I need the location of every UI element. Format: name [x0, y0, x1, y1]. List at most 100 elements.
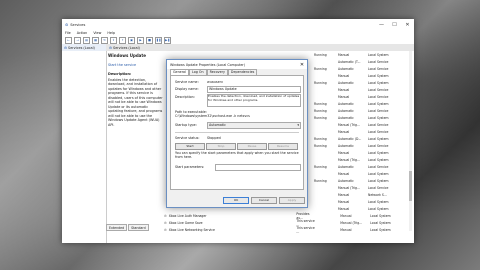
- dialog-title: Windows Update Properties (Local Compute…: [170, 62, 246, 67]
- menu-action[interactable]: Action: [77, 31, 88, 35]
- service-logon-cell: Local System: [368, 52, 389, 57]
- services-pane-title: Services (Local): [113, 45, 140, 50]
- start-button[interactable]: Start: [175, 143, 205, 150]
- scrollbar-thumb[interactable]: [409, 171, 412, 201]
- pause-button[interactable]: Pause: [237, 143, 267, 150]
- refresh-icon[interactable]: ↻: [101, 36, 108, 44]
- pause-icon[interactable]: ❚❚: [155, 36, 162, 44]
- export-icon[interactable]: ⇪: [110, 36, 117, 44]
- stop-icon[interactable]: ■: [146, 36, 153, 44]
- service-status-cell: Running: [314, 80, 327, 85]
- startup-type-value: Automatic: [209, 123, 226, 127]
- start-params-hint: You can specify the start parameters tha…: [175, 151, 299, 159]
- menu-help[interactable]: Help: [107, 31, 115, 35]
- service-logon-cell: Local System: [370, 227, 391, 232]
- extended-description: Windows Update Start the service Descrip…: [108, 53, 164, 127]
- tab-extended[interactable]: Extended: [106, 224, 128, 231]
- service-logon-cell: Local System: [368, 73, 389, 78]
- maximize-button[interactable]: ☐: [388, 22, 401, 28]
- service-logon-cell: Local System: [368, 171, 389, 176]
- service-logon-cell: Local System: [368, 136, 389, 141]
- service-logon-cell: Local Service: [368, 185, 389, 190]
- table-row[interactable]: ⚙ Xbox Live Networking Service This servi…: [164, 225, 414, 234]
- service-status-cell: Running: [314, 108, 327, 113]
- service-logon-cell: Local System: [368, 178, 389, 183]
- service-description-cell: This service ...: [296, 225, 315, 234]
- restart-icon[interactable]: ▶❚: [164, 36, 171, 44]
- menu-file[interactable]: File: [65, 31, 71, 35]
- service-startup-cell: Manual: [338, 87, 350, 92]
- service-startup-cell: Automatic: [338, 108, 354, 113]
- table-row[interactable]: ⚙ Xbox Live Auth Manager Provides au... Ma…: [164, 212, 414, 220]
- gear-icon: ⚙: [109, 45, 113, 50]
- start-params-input[interactable]: [215, 164, 301, 171]
- display-name-field[interactable]: Windows Update: [207, 86, 301, 93]
- service-startup-cell: Manual: [340, 227, 352, 232]
- service-startup-cell: Manual: [338, 171, 350, 176]
- service-logon-cell: Local System: [368, 206, 389, 211]
- service-logon-cell: Local Service: [368, 122, 389, 127]
- play-icon[interactable]: ▶: [137, 36, 144, 44]
- services-app-icon: ⚙: [65, 22, 69, 27]
- service-logon-cell: Local Service: [368, 94, 389, 99]
- service-startup-cell: Manual: [338, 94, 350, 99]
- tree-item-services-local[interactable]: ⚙ Services (Local): [62, 44, 106, 51]
- service-logon-cell: Local System: [370, 220, 391, 225]
- service-name-cell: Xbox Live Auth Manager: [168, 213, 207, 218]
- service-status-label: Service status:: [175, 136, 200, 140]
- help-icon[interactable]: ?: [119, 36, 126, 44]
- service-logon-cell: Local System: [368, 150, 389, 155]
- window-titlebar: ⚙ Services — ☐ ✕: [62, 19, 414, 30]
- service-name-value: wuauserv: [207, 80, 223, 84]
- service-status-cell: Running: [314, 164, 327, 169]
- startup-type-select[interactable]: Automatic ▾: [207, 122, 301, 129]
- service-startup-cell: Automatic: [338, 101, 354, 106]
- console-tree-icon[interactable]: ▤: [83, 36, 90, 44]
- show-hide-icon[interactable]: ▣: [128, 36, 135, 44]
- minimize-button[interactable]: —: [375, 22, 388, 28]
- description-field[interactable]: Enables the detection, download, and ins…: [207, 94, 301, 107]
- service-status-cell: Running: [314, 136, 327, 141]
- service-startup-cell: Automatic: [338, 164, 354, 169]
- forward-icon[interactable]: →: [74, 36, 81, 44]
- service-startup-cell: Manual: [340, 213, 352, 218]
- service-status-cell: Running: [314, 101, 327, 106]
- service-status-cell: Running: [314, 115, 327, 120]
- back-icon[interactable]: ←: [65, 36, 72, 44]
- service-status-cell: Running: [314, 178, 327, 183]
- window-title: Services: [70, 22, 86, 27]
- startup-type-label: Startup type:: [175, 123, 197, 127]
- chevron-down-icon: ▾: [297, 123, 299, 127]
- display-name-label: Display name:: [175, 87, 199, 91]
- description-text: Enables the detection, download, and ins…: [108, 77, 163, 127]
- resume-button[interactable]: Resume: [268, 143, 298, 150]
- service-startup-cell: Automatic: [338, 178, 354, 183]
- ok-button[interactable]: OK: [223, 197, 249, 204]
- start-service-link[interactable]: Start the service: [108, 63, 164, 68]
- menu-view[interactable]: View: [93, 31, 101, 35]
- service-name-cell: Xbox Live Networking Service: [168, 227, 215, 232]
- dialog-titlebar: Windows Update Properties (Local Compute…: [167, 60, 307, 69]
- service-startup-cell: Manual: [338, 129, 350, 134]
- service-startup-cell: Manual: [338, 192, 350, 197]
- cancel-button[interactable]: Cancel: [251, 197, 277, 204]
- service-logon-cell: Local System: [368, 101, 389, 106]
- service-logon-cell: Local System: [368, 80, 389, 85]
- properties-icon[interactable]: ▦: [92, 36, 99, 44]
- service-startup-cell: Automatic: [338, 143, 354, 148]
- service-startup-cell: Automatic (T...: [338, 59, 361, 64]
- table-row[interactable]: Running Manual Local System: [164, 51, 414, 58]
- tree-item-label: Services (Local): [68, 45, 95, 50]
- service-logon-cell: Local Service: [368, 66, 389, 71]
- stop-button[interactable]: Stop: [206, 143, 236, 150]
- dialog-close-button[interactable]: ✕: [297, 62, 307, 68]
- service-startup-cell: Manual: [338, 199, 350, 204]
- service-status-value: Stopped: [207, 136, 221, 140]
- tab-standard[interactable]: Standard: [128, 224, 149, 231]
- vertical-scrollbar[interactable]: [409, 51, 412, 231]
- view-tabs: Extended Standard: [106, 224, 149, 231]
- table-row[interactable]: ⚙ Xbox Live Game Save This service ... Man…: [164, 219, 414, 227]
- service-logon-cell: Local Service: [368, 143, 389, 148]
- apply-button[interactable]: Apply: [279, 197, 305, 204]
- close-button[interactable]: ✕: [401, 22, 414, 28]
